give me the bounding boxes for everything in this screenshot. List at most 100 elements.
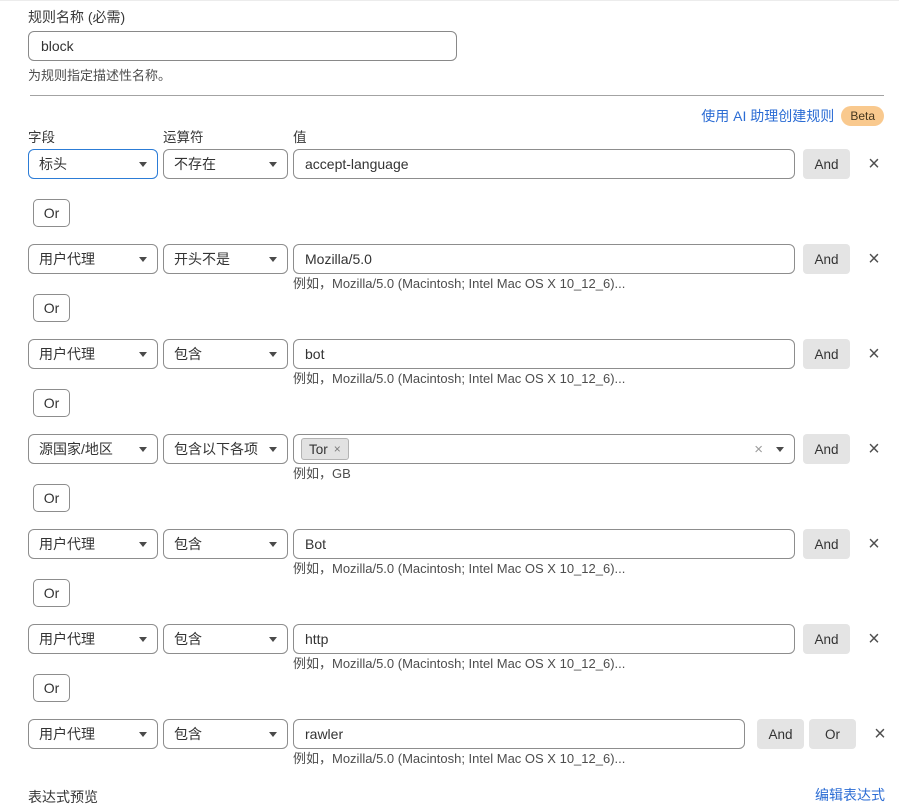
ai-assistant-link[interactable]: 使用 AI 助理创建规则 — [701, 106, 834, 126]
value-hint: 例如，Mozilla/5.0 (Macintosh; Intel Mac OS … — [28, 561, 899, 577]
value-column-header: 值 — [293, 126, 307, 143]
ai-assistant-row: 使用 AI 助理创建规则 Beta — [0, 96, 899, 126]
field-column-header: 字段 — [28, 126, 163, 143]
condition-row: 用户代理 开头不是 And × — [28, 244, 899, 274]
condition-block: 用户代理 开头不是 And × 例如，Mozilla/5.0 (Macintos… — [28, 244, 899, 322]
operator-select[interactable]: 包含 — [163, 339, 288, 369]
delete-condition-icon[interactable]: × — [863, 627, 885, 651]
and-button[interactable]: And — [803, 529, 850, 559]
value-input[interactable] — [293, 624, 795, 654]
condition-block: 用户代理 包含 And × 例如，Mozilla/5.0 (Macintosh;… — [28, 529, 899, 607]
field-select[interactable]: 标头 — [28, 149, 158, 179]
operator-select[interactable]: 开头不是 — [163, 244, 288, 274]
delete-condition-icon[interactable]: × — [863, 437, 885, 461]
field-select[interactable]: 用户代理 — [28, 529, 158, 559]
chevron-down-icon — [139, 542, 147, 547]
field-select-value: 用户代理 — [39, 534, 95, 554]
delete-condition-icon[interactable]: × — [869, 722, 891, 746]
edit-expression-link[interactable]: 编辑表达式 — [815, 785, 885, 805]
field-select-value: 标头 — [39, 154, 67, 174]
chevron-down-icon — [269, 637, 277, 642]
value-hint: 例如，Mozilla/5.0 (Macintosh; Intel Mac OS … — [28, 371, 899, 387]
condition-row: 用户代理 包含 And × — [28, 624, 899, 654]
operator-column-header: 运算符 — [163, 126, 293, 143]
field-select[interactable]: 用户代理 — [28, 624, 158, 654]
field-select[interactable]: 用户代理 — [28, 244, 158, 274]
condition-row: 用户代理 包含 And Or × — [28, 719, 899, 749]
value-hint: 例如，Mozilla/5.0 (Macintosh; Intel Mac OS … — [28, 276, 899, 292]
operator-select-value: 包含以下各项 — [174, 439, 258, 459]
operator-select-value: 包含 — [174, 344, 202, 364]
delete-condition-icon[interactable]: × — [863, 247, 885, 271]
condition-row: 用户代理 包含 And × — [28, 339, 899, 369]
chevron-down-icon — [139, 732, 147, 737]
chevron-down-icon — [139, 447, 147, 452]
expression-preview-label: 表达式预览 — [28, 787, 98, 807]
delete-condition-icon[interactable]: × — [863, 532, 885, 556]
and-button[interactable]: And — [757, 719, 804, 749]
or-button[interactable]: Or — [33, 484, 70, 512]
value-input[interactable] — [293, 719, 745, 749]
operator-select[interactable]: 包含 — [163, 529, 288, 559]
field-select-value: 源国家/地区 — [39, 439, 113, 459]
condition-block: 用户代理 包含 And × 例如，Mozilla/5.0 (Macintosh;… — [28, 339, 899, 417]
and-button[interactable]: And — [803, 624, 850, 654]
remove-tag-icon[interactable]: × — [334, 443, 341, 455]
clear-selection-icon[interactable]: × — [754, 442, 763, 457]
field-select-value: 用户代理 — [39, 629, 95, 649]
condition-block: 源国家/地区 包含以下各项 Tor × × And × — [28, 434, 899, 512]
beta-badge: Beta — [841, 106, 884, 126]
selected-country-tag: Tor × — [301, 438, 349, 460]
condition-block: 标头 不存在 And × Or — [28, 149, 899, 227]
chevron-down-icon[interactable] — [776, 447, 784, 452]
chevron-down-icon — [139, 257, 147, 262]
value-input[interactable] — [293, 339, 795, 369]
and-button[interactable]: And — [803, 339, 850, 369]
operator-select-value: 包含 — [174, 724, 202, 744]
delete-condition-icon[interactable]: × — [863, 152, 885, 176]
and-button[interactable]: And — [803, 149, 850, 179]
operator-select[interactable]: 不存在 — [163, 149, 288, 179]
value-input[interactable] — [293, 244, 795, 274]
value-hint: 例如，Mozilla/5.0 (Macintosh; Intel Mac OS … — [28, 751, 899, 767]
value-hint: 例如，GB — [28, 466, 899, 482]
or-button[interactable]: Or — [809, 719, 856, 749]
rule-name-section: 规则名称 (必需) 为规则指定描述性名称。 — [0, 1, 899, 81]
or-button[interactable]: Or — [33, 389, 70, 417]
or-button[interactable]: Or — [33, 579, 70, 607]
value-hint: 例如，Mozilla/5.0 (Macintosh; Intel Mac OS … — [28, 656, 899, 672]
condition-row: 用户代理 包含 And × — [28, 529, 899, 559]
operator-select[interactable]: 包含以下各项 — [163, 434, 288, 464]
chevron-down-icon — [269, 257, 277, 262]
field-select-value: 用户代理 — [39, 249, 95, 269]
chevron-down-icon — [269, 542, 277, 547]
rule-name-input[interactable] — [28, 31, 457, 61]
field-select-value: 用户代理 — [39, 344, 95, 364]
and-button[interactable]: And — [803, 434, 850, 464]
chevron-down-icon — [269, 352, 277, 357]
chevron-down-icon — [139, 637, 147, 642]
field-select[interactable]: 用户代理 — [28, 719, 158, 749]
value-input[interactable] — [293, 149, 795, 179]
condition-block: 用户代理 包含 And × 例如，Mozilla/5.0 (Macintosh;… — [28, 624, 899, 702]
field-select[interactable]: 源国家/地区 — [28, 434, 158, 464]
or-button[interactable]: Or — [33, 199, 70, 227]
operator-select-value: 不存在 — [174, 154, 216, 174]
country-multiselect[interactable]: Tor × × — [293, 434, 795, 464]
condition-block: 用户代理 包含 And Or × 例如，Mozilla/5.0 (Macinto… — [28, 719, 899, 767]
and-button[interactable]: And — [803, 244, 850, 274]
operator-select-value: 包含 — [174, 534, 202, 554]
value-hint — [28, 181, 899, 197]
or-button[interactable]: Or — [33, 294, 70, 322]
chevron-down-icon — [269, 732, 277, 737]
operator-select[interactable]: 包含 — [163, 719, 288, 749]
operator-select[interactable]: 包含 — [163, 624, 288, 654]
field-select[interactable]: 用户代理 — [28, 339, 158, 369]
value-input[interactable] — [293, 529, 795, 559]
or-button[interactable]: Or — [33, 674, 70, 702]
rule-name-hint: 为规则指定描述性名称。 — [28, 65, 899, 81]
chevron-down-icon — [269, 447, 277, 452]
expression-builder: 字段 运算符 值 标头 不存在 And × Or — [0, 126, 899, 767]
delete-condition-icon[interactable]: × — [863, 342, 885, 366]
condition-row: 标头 不存在 And × — [28, 149, 899, 179]
